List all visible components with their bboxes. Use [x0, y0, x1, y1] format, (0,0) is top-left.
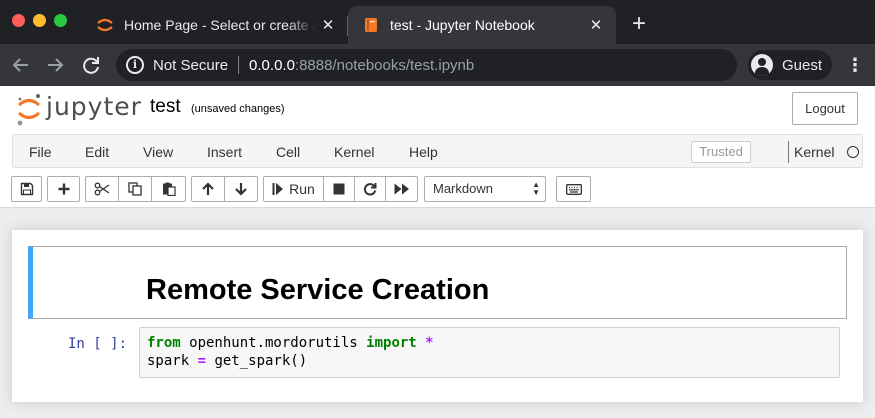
- cell-heading: Remote Service Creation: [146, 274, 490, 306]
- menu-cell[interactable]: Cell: [276, 144, 300, 160]
- copy-button[interactable]: [118, 176, 152, 202]
- cut-button[interactable]: [85, 176, 119, 202]
- stop-icon: [333, 183, 345, 195]
- arrow-left-icon: [12, 58, 28, 72]
- restart-kernel-button[interactable]: [354, 176, 386, 202]
- run-label: Run: [289, 181, 315, 197]
- forward-button[interactable]: [42, 52, 68, 78]
- close-icon[interactable]: ✕: [316, 16, 340, 34]
- tab-home-page[interactable]: Home Page - Select or create a notebook …: [82, 6, 348, 44]
- code-token: from: [147, 335, 181, 351]
- notebook-favicon-icon: [362, 16, 380, 34]
- tab-title: Home Page - Select or create a notebook: [124, 17, 316, 33]
- insert-cell-button[interactable]: [47, 176, 80, 202]
- menu-file[interactable]: File: [29, 144, 52, 160]
- run-button[interactable]: Run: [263, 176, 324, 202]
- tab-test-notebook[interactable]: test - Jupyter Notebook ✕: [348, 6, 616, 44]
- browser-toolbar: i Not Secure 0.0.0.0:8888/notebooks/test…: [0, 44, 875, 86]
- code-token: *: [416, 335, 434, 351]
- address-bar[interactable]: i Not Secure 0.0.0.0:8888/notebooks/test…: [116, 49, 737, 81]
- kernel-name[interactable]: Kernel: [794, 144, 834, 160]
- code-token: get_spark(): [214, 353, 308, 369]
- maximize-window-button[interactable]: [54, 14, 67, 27]
- fast-forward-icon: [394, 183, 409, 195]
- notebook-container: Remote Service Creation In [ ]: from ope…: [12, 230, 863, 402]
- command-palette-button[interactable]: [556, 176, 591, 202]
- new-tab-button[interactable]: +: [626, 12, 652, 38]
- logout-button[interactable]: Logout: [792, 92, 858, 125]
- code-token: =: [189, 353, 215, 369]
- restart-run-all-button[interactable]: [385, 176, 418, 202]
- cell-type-select[interactable]: Markdown ▲ ▼: [424, 176, 546, 202]
- notebook-menubar: File Edit View Insert Cell Kernel Help T…: [12, 134, 863, 168]
- code-editor[interactable]: from openhunt.mordorutils import * spark…: [139, 327, 840, 378]
- paste-button[interactable]: [151, 176, 186, 202]
- jupyter-header: jupyter test (unsaved changes) Logout Fi…: [0, 86, 875, 208]
- menu-view[interactable]: View: [143, 144, 173, 160]
- menu-kernel[interactable]: Kernel: [334, 144, 374, 160]
- save-button[interactable]: [11, 176, 42, 202]
- browser-tab-strip: Home Page - Select or create a notebook …: [0, 0, 875, 44]
- plus-icon: [58, 183, 69, 195]
- arrow-down-icon: [235, 183, 247, 196]
- input-prompt: In [ ]:: [68, 336, 128, 352]
- security-label: Not Secure: [153, 56, 229, 74]
- avatar-icon: [751, 54, 773, 76]
- reload-icon: [83, 57, 99, 74]
- cut-icon: [94, 182, 110, 196]
- paste-icon: [162, 182, 176, 196]
- save-status: (unsaved changes): [191, 103, 285, 115]
- tab-title: test - Jupyter Notebook: [390, 17, 535, 33]
- code-cell[interactable]: In [ ]: from openhunt.mordorutils import…: [28, 325, 847, 385]
- logo-text: jupyter: [46, 92, 142, 121]
- save-icon: [20, 182, 33, 196]
- move-down-button[interactable]: [224, 176, 258, 202]
- address-divider: [238, 56, 240, 74]
- jupyter-logo[interactable]: jupyter: [16, 92, 141, 126]
- back-button[interactable]: [8, 52, 34, 78]
- profile-name: Guest: [782, 56, 823, 74]
- menu-insert[interactable]: Insert: [207, 144, 242, 160]
- minimize-window-button[interactable]: [33, 14, 46, 27]
- close-window-button[interactable]: [12, 14, 25, 27]
- profile-button[interactable]: Guest: [748, 50, 832, 80]
- menu-help[interactable]: Help: [409, 144, 438, 160]
- cell-type-value: Markdown: [433, 181, 493, 196]
- copy-icon: [128, 182, 142, 196]
- arrow-up-icon: [202, 182, 214, 195]
- select-arrows-icon: ▲ ▼: [532, 180, 540, 197]
- browser-menu-button[interactable]: ⋮: [845, 52, 865, 78]
- close-icon[interactable]: ✕: [584, 16, 608, 34]
- notebook-toolbar: Run Markdown ▲ ▼: [0, 176, 875, 206]
- jupyter-logo-icon: [17, 94, 41, 126]
- code-token: openhunt.mordorutils: [180, 335, 367, 351]
- kernel-idle-icon: [847, 146, 859, 158]
- kernel-divider: [788, 141, 789, 163]
- jupyter-favicon-icon: [96, 16, 114, 34]
- arrow-right-icon: [48, 58, 64, 72]
- step-forward-icon: [272, 183, 284, 195]
- url-path: :8888/notebooks/test.ipynb: [294, 56, 475, 74]
- menu-edit[interactable]: Edit: [85, 144, 109, 160]
- move-up-button[interactable]: [191, 176, 225, 202]
- notebook-name[interactable]: test: [150, 96, 181, 118]
- interrupt-kernel-button[interactable]: [323, 176, 355, 202]
- url-host: 0.0.0.0: [249, 56, 295, 74]
- restart-icon: [363, 183, 377, 196]
- reload-button[interactable]: [78, 52, 104, 78]
- info-icon[interactable]: i: [126, 56, 144, 74]
- code-token: spark: [147, 353, 190, 369]
- code-token: import: [366, 335, 417, 351]
- markdown-cell[interactable]: Remote Service Creation: [28, 246, 847, 319]
- trusted-indicator[interactable]: Trusted: [691, 141, 751, 163]
- keyboard-icon: [565, 183, 582, 195]
